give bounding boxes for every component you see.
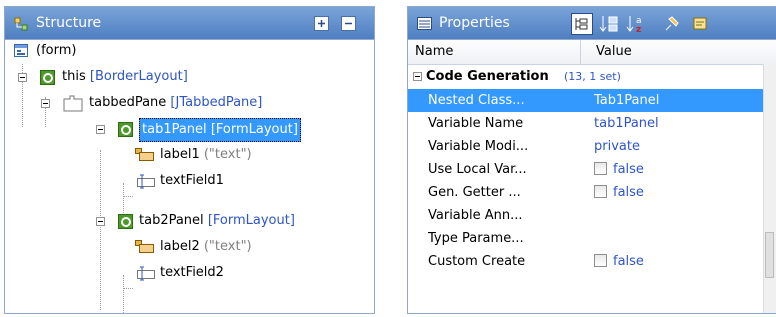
customize-icon[interactable] — [691, 13, 713, 35]
property-name: Variable Name — [428, 116, 524, 131]
category-row-code-generation[interactable]: Code Generation (13, 1 set) — [408, 65, 764, 88]
property-name: Variable Modi... — [428, 139, 529, 154]
panel-icon — [118, 122, 134, 146]
tree-item-textfield2[interactable]: textField2 — [5, 262, 374, 284]
tree-item-label: tab2Panel — [139, 213, 204, 228]
tree-item-label: tab1Panel — [142, 122, 207, 137]
tabbed-pane-icon — [63, 95, 83, 120]
pin-icon[interactable] — [660, 13, 682, 35]
tree-item-tabbedpane[interactable]: tabbedPane [JTabbedPane] — [5, 92, 374, 114]
tree-item-label1[interactable]: label1 ("text") — [5, 144, 374, 166]
structure-title-bar: Structure — [5, 7, 374, 40]
vertical-scrollbar[interactable] — [763, 64, 776, 313]
tree-item-text: tabbedPane [JTabbedPane] — [89, 92, 262, 114]
structure-panel: Structure (form) this [BorderLayout] tab… — [4, 6, 375, 314]
property-row[interactable]: Variable Modi... private — [408, 135, 764, 158]
scrollbar-thumb[interactable] — [765, 232, 774, 278]
property-row[interactable]: Variable Name tab1Panel — [408, 112, 764, 135]
panel-icon — [118, 214, 134, 238]
property-value-cell: false — [594, 158, 644, 181]
category-label: Code Generation — [426, 69, 549, 84]
column-divider[interactable] — [580, 40, 581, 64]
categorized-view-button[interactable] — [571, 13, 593, 35]
tree-item-form[interactable]: (form) — [5, 40, 374, 62]
tree-item-tab1panel[interactable]: tab1Panel [FormLayout] — [5, 118, 374, 142]
property-value[interactable]: tab1Panel — [594, 112, 659, 135]
collapse-toggle[interactable] — [96, 217, 105, 226]
property-value[interactable]: Tab1Panel — [594, 89, 659, 112]
property-value: false — [613, 162, 644, 177]
structure-title: Structure — [36, 15, 102, 31]
tree-item-this[interactable]: this [BorderLayout] — [5, 66, 374, 88]
property-value[interactable]: private — [594, 135, 640, 158]
tree-item-text: this [BorderLayout] — [62, 66, 188, 88]
tree-item-label: (form) — [36, 43, 77, 58]
property-row[interactable]: Type Parame... — [408, 227, 764, 250]
sort-by-category-button[interactable] — [598, 13, 620, 35]
tree-item-detail: [JTabbedPane] — [170, 95, 263, 110]
properties-panel: Properties az Name Value Code Generation… — [407, 6, 776, 314]
properties-title: Properties — [439, 15, 510, 31]
tree-item-label: this — [62, 69, 86, 84]
property-checkbox[interactable] — [594, 185, 607, 198]
svg-text:z: z — [636, 25, 641, 35]
tree-item-text: tab1Panel [FormLayout] — [139, 118, 301, 142]
tree-item-label: label2 — [160, 239, 200, 254]
label-component-icon — [135, 148, 155, 170]
property-value: false — [613, 254, 644, 269]
tree-item-detail: [FormLayout] — [207, 213, 295, 228]
tree-connector — [123, 288, 133, 289]
tree-item-detail: [FormLayout] — [210, 122, 298, 137]
column-header-name[interactable]: Name — [415, 44, 453, 59]
property-value-cell: false — [594, 181, 644, 204]
collapse-toggle[interactable] — [96, 125, 105, 134]
tree-item-text: label2 ("text") — [160, 236, 252, 258]
collapse-toggle[interactable] — [413, 72, 422, 81]
tree-item-detail: [BorderLayout] — [89, 69, 188, 84]
collapse-toggle[interactable] — [18, 73, 27, 82]
category-count: (13, 1 set) — [564, 70, 621, 83]
property-name: Variable Ann... — [428, 208, 523, 223]
textfield-component-icon — [137, 266, 157, 289]
property-value-cell: false — [594, 250, 644, 273]
property-name: Custom Create — [428, 254, 526, 269]
property-row[interactable]: Use Local Var... false — [408, 158, 764, 181]
property-row[interactable]: Gen. Getter ... false — [408, 181, 764, 204]
property-checkbox[interactable] — [594, 162, 607, 175]
tree-item-label: label1 — [160, 147, 200, 162]
property-name: Gen. Getter ... — [428, 185, 521, 200]
textfield-component-icon — [137, 174, 157, 197]
form-icon — [14, 44, 29, 66]
collapse-all-icon[interactable] — [341, 16, 356, 31]
column-header-value[interactable]: Value — [596, 44, 632, 59]
tree-item-label2[interactable]: label2 ("text") — [5, 236, 374, 258]
tree-item-label: textField1 — [160, 173, 224, 188]
property-row[interactable]: Variable Ann... — [408, 204, 764, 227]
property-name: Nested Class... — [428, 93, 525, 108]
tree-item-label: textField2 — [160, 265, 224, 280]
property-name: Use Local Var... — [428, 162, 527, 177]
expand-all-icon[interactable] — [314, 16, 329, 31]
properties-column-header: Name Value — [408, 40, 776, 65]
tree-item-detail: ("text") — [203, 239, 252, 254]
panel-icon — [40, 70, 56, 94]
tree-item-text: tab2Panel [FormLayout] — [139, 210, 295, 232]
property-name: Type Parame... — [428, 231, 524, 246]
tree-connector — [123, 196, 133, 197]
property-checkbox[interactable] — [594, 254, 607, 267]
property-row[interactable]: Custom Create false — [408, 250, 764, 273]
property-row[interactable]: Nested Class... Tab1Panel — [408, 89, 764, 112]
properties-title-bar: Properties az — [408, 7, 776, 40]
collapse-toggle[interactable] — [41, 99, 50, 108]
properties-view-icon — [417, 17, 433, 35]
tree-item-tab2panel[interactable]: tab2Panel [FormLayout] — [5, 210, 374, 232]
tree-item-text: label1 ("text") — [160, 144, 252, 166]
tree-item-detail: ("text") — [203, 147, 252, 162]
property-value: false — [613, 185, 644, 200]
label-component-icon — [135, 240, 155, 262]
structure-view-icon — [14, 16, 30, 32]
sort-alphabetically-button[interactable]: az — [625, 13, 647, 35]
tree-item-label: tabbedPane — [89, 95, 167, 110]
tree-item-textfield1[interactable]: textField1 — [5, 170, 374, 192]
